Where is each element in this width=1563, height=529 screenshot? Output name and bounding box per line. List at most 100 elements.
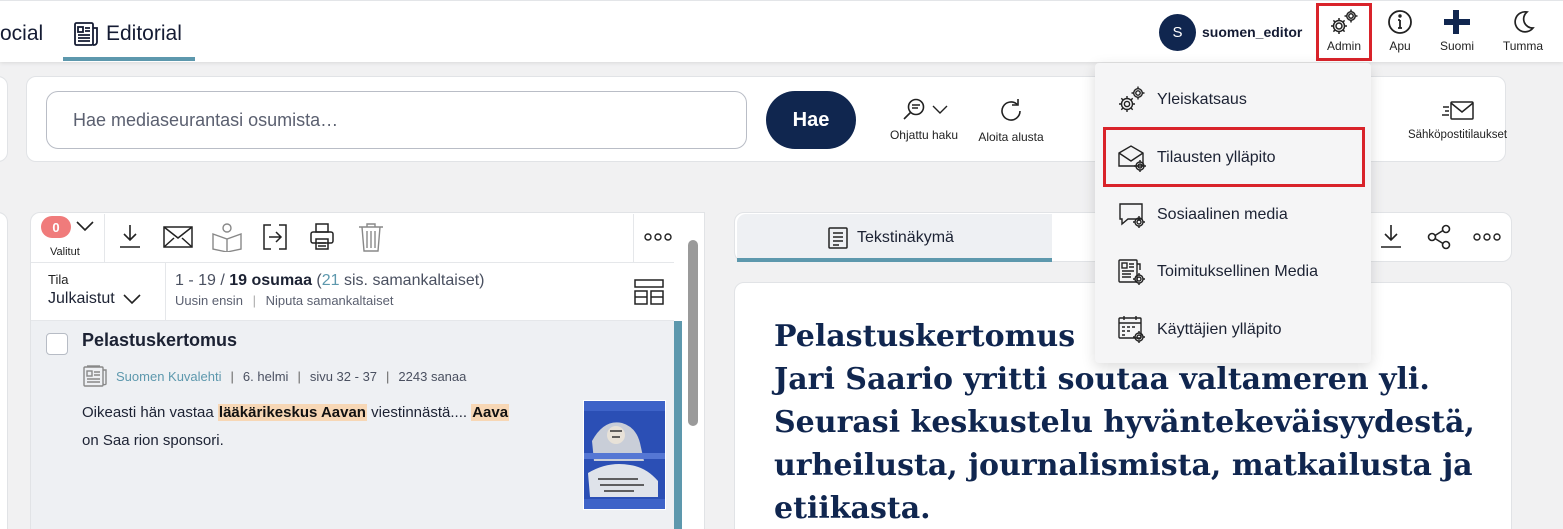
tab-text-view-content: Tekstinäkymä [827,226,954,250]
menu-highlight-box [1103,127,1365,187]
results-hits: 19 osumaa [229,272,312,289]
envelope-send-icon [1441,99,1475,123]
help-label: Apu [1389,39,1411,53]
avatar-initial: S [1172,24,1183,41]
share-icon[interactable] [1426,224,1452,250]
state-label: Tila [48,272,69,287]
guided-search-icon [900,97,928,123]
magazine-icon [82,364,108,388]
restart-button[interactable]: Aloita alusta [976,97,1046,145]
item-thumbnail[interactable] [583,400,666,510]
selected-label: Valitut [50,246,80,258]
search-input[interactable] [46,91,747,149]
newspaper-icon [72,20,100,48]
state-select[interactable]: Julkaistut [48,290,141,308]
selected-item-accent [674,321,682,529]
similar-close: sis. samankaltaiset) [339,272,485,289]
menu-item-social-media[interactable]: Sosiaalinen media [1117,199,1288,231]
menu-item-user-admin[interactable]: Käyttäjien ylläpito [1117,314,1282,346]
active-tab-indicator [63,57,195,61]
download-icon[interactable] [1379,222,1403,250]
export-icon[interactable] [261,222,289,252]
toolbar-divider [633,214,634,262]
bundle-similar-link[interactable]: Niputa samankaltaiset [266,293,394,308]
language-label: Suomi [1439,39,1474,53]
dark-mode-button[interactable]: Tumma [1494,8,1552,58]
trash-icon[interactable] [357,221,385,253]
results-range: 1 - 19 / [175,272,230,289]
meta-separator: | [386,368,390,384]
similar-count: 21 [321,272,340,289]
divider [31,262,674,263]
snippet-text: Oikeasti hän vastaa [82,404,218,421]
state-value: Julkaistut [48,290,115,307]
help-button[interactable]: Apu [1371,8,1429,58]
left-sidebar-stub [0,76,8,162]
avatar[interactable]: S [1159,14,1196,51]
item-meta: Suomen Kuvalehti | 6. helmi | sivu 32 - … [82,364,466,388]
tab-social-label: ocial [0,22,44,45]
email-orders-button[interactable]: Sähköpostitilaukset [1400,99,1515,145]
search-button-label: Hae [792,108,830,131]
calendar-gear-icon [1117,315,1147,345]
scrollbar[interactable] [688,240,698,426]
more-options-icon[interactable] [1473,232,1501,242]
item-snippet: Oikeasti hän vastaa lääkärikeskus Aavan … [82,399,562,455]
more-options-icon[interactable] [644,232,672,242]
left-panel-stub [0,212,8,529]
tab-social[interactable]: ocial [0,14,43,54]
sort-newest-link[interactable]: Uusin ensin [175,293,243,308]
selected-count-badge[interactable]: 0 [41,216,71,238]
menu-item-label: Sosiaalinen media [1157,206,1288,223]
admin-highlight-box [1316,3,1372,61]
tab-editorial-label: Editorial [106,22,182,45]
divider [165,263,166,320]
language-button[interactable]: Suomi [1428,8,1486,58]
newspaper-gear-icon [1117,257,1147,287]
active-tab-indicator [737,258,1052,262]
finnish-flag-icon [1442,8,1472,36]
menu-item-overview[interactable]: Yleiskatsaus [1117,84,1247,116]
email-orders-label: Sähköpostitilaukset [1407,129,1508,141]
snippet-text: viestinnästä.... [366,404,472,421]
info-icon [1386,8,1414,36]
item-source[interactable]: Suomen Kuvalehti [116,369,222,384]
gears-icon [1117,85,1147,115]
menu-item-editorial-media[interactable]: Toimituksellinen Media [1117,256,1318,288]
item-title[interactable]: Pelastuskertomus [82,330,237,351]
restart-label: Aloita alusta [978,130,1044,144]
search-button[interactable]: Hae [766,91,856,149]
snippet-text: on Saa rion sponsori. [82,432,224,449]
document-icon [827,226,849,250]
moon-icon [1509,8,1537,36]
layout-toggle-icon[interactable] [633,278,665,306]
item-words: 2243 sanaa [398,368,467,384]
guided-search-button[interactable]: Ohjattu haku [888,97,960,145]
guided-search-label: Ohjattu haku [889,128,959,142]
username[interactable]: suomen_editor [1202,24,1302,40]
item-page: sivu 32 - 37 [309,368,378,384]
item-date: 6. helmi [242,368,289,384]
results-count: 1 - 19 / 19 osumaa (21 sis. samankaltais… [175,272,484,290]
article-subtitle: Jari Saario yritti soutaa valtameren yli… [774,362,1475,526]
meta-separator: | [230,368,234,384]
reader-icon[interactable] [211,222,243,252]
toolbar-divider [104,214,105,262]
menu-item-label: Yleiskatsaus [1157,91,1247,108]
chevron-down-icon[interactable] [76,221,94,232]
email-icon[interactable] [163,226,193,248]
similar-open: ( [311,272,322,289]
chat-gear-icon [1117,200,1147,230]
menu-item-label: Käyttäjien ylläpito [1157,321,1282,338]
menu-item-label: Toimituksellinen Media [1157,263,1318,280]
item-checkbox[interactable] [46,333,68,355]
dark-mode-label: Tumma [1502,39,1544,53]
sort-separator: | [252,293,256,308]
tab-editorial[interactable]: Editorial [72,14,182,54]
chevron-down-icon [932,105,948,115]
keyword-highlight: Aava [471,404,510,421]
print-icon[interactable] [308,222,336,252]
download-icon[interactable] [118,222,142,250]
meta-separator: | [297,368,301,384]
refresh-icon [997,97,1025,125]
